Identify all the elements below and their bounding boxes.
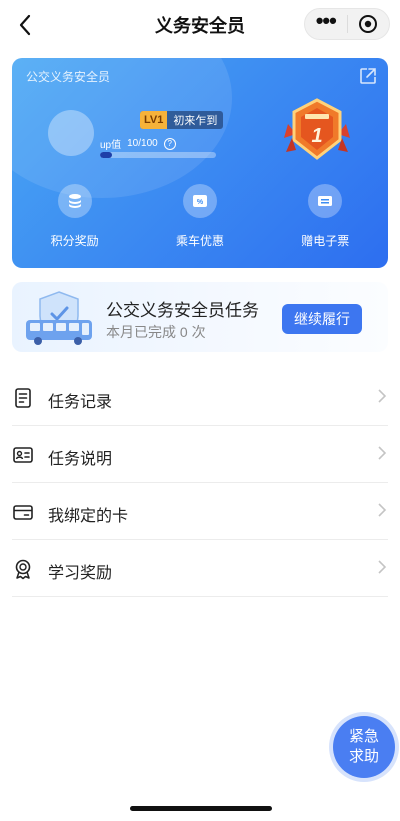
menu-list: 任务记录 任务说明 我绑定的卡 学习奖励 xyxy=(12,369,388,597)
sos-line-2: 求助 xyxy=(348,748,379,765)
coins-icon xyxy=(68,194,81,208)
home-indicator xyxy=(130,806,272,811)
up-progress-bar xyxy=(100,152,216,158)
menu-item-label: 学习奖励 xyxy=(48,565,113,582)
up-progress-fill xyxy=(100,152,112,158)
bus-shield-icon xyxy=(26,291,92,345)
ticket-icon xyxy=(318,196,333,206)
benefit-icon-wrap xyxy=(308,184,343,218)
member-card: 公交义务安全员 LV1 初来乍到 up值 10/100 ? 1 积分奖励 % 乘… xyxy=(12,58,388,268)
benefit-label: 积分奖励 xyxy=(50,234,99,248)
nav-bar: 义务安全员 ••• xyxy=(0,0,400,50)
menu-item-label: 我绑定的卡 xyxy=(48,508,129,525)
menu-item-label: 任务说明 xyxy=(48,451,113,468)
up-value-row: up值 10/100 ? xyxy=(100,136,176,151)
benefit-row: 积分奖励 % 乘车优惠 赠电子票 xyxy=(12,184,388,254)
card-title: 公交义务安全员 xyxy=(26,70,111,84)
benefit-icon-wrap xyxy=(57,184,92,218)
task-subtitle: 本月已完成 0 次 xyxy=(106,324,206,340)
benefit-ride-discount[interactable]: % 乘车优惠 xyxy=(137,184,262,254)
up-label: up值 xyxy=(100,140,122,151)
menu-item-bound-card[interactable]: 我绑定的卡 xyxy=(12,483,388,540)
medal-icon xyxy=(15,559,31,580)
target-icon xyxy=(359,15,378,33)
menu-item-task-instructions[interactable]: 任务说明 xyxy=(12,426,388,483)
task-record-icon xyxy=(15,388,31,408)
more-menu-button[interactable]: ••• xyxy=(305,9,347,39)
help-icon[interactable]: ? xyxy=(163,137,176,150)
chevron-right-icon xyxy=(378,560,387,574)
menu-item-study-reward[interactable]: 学习奖励 xyxy=(12,540,388,597)
svg-text:1: 1 xyxy=(311,125,322,147)
task-title: 公交义务安全员任务 xyxy=(106,301,259,320)
id-card-icon xyxy=(13,447,33,463)
benefit-label: 乘车优惠 xyxy=(175,234,224,248)
benefit-e-ticket[interactable]: 赠电子票 xyxy=(263,184,388,254)
bank-card-icon xyxy=(13,505,33,520)
sos-line-1: 紧急 xyxy=(348,728,379,745)
level-tag: LV1 xyxy=(140,111,168,129)
menu-item-task-record[interactable]: 任务记录 xyxy=(12,369,388,426)
benefit-label: 赠电子票 xyxy=(301,234,350,248)
coupon-icon: % xyxy=(192,195,207,207)
close-program-button[interactable] xyxy=(347,9,389,39)
continue-task-button[interactable]: 继续履行 xyxy=(282,304,362,334)
benefit-points[interactable]: 积分奖励 xyxy=(12,184,137,254)
level-badge: LV1 初来乍到 xyxy=(140,111,224,129)
share-icon[interactable] xyxy=(358,66,378,86)
benefit-icon-wrap: % xyxy=(182,184,217,218)
chevron-right-icon xyxy=(378,389,387,403)
level-name: 初来乍到 xyxy=(173,115,218,127)
avatar[interactable] xyxy=(48,110,94,156)
level-medal-icon: 1 xyxy=(284,98,350,160)
chevron-right-icon xyxy=(378,503,387,517)
chevron-right-icon xyxy=(378,446,387,460)
svg-text:%: % xyxy=(197,199,204,206)
mini-program-capsule: ••• xyxy=(304,8,390,40)
emergency-help-button[interactable]: 紧急 求助 xyxy=(333,716,395,778)
up-value: 10/100 xyxy=(127,138,158,149)
task-card: 公交义务安全员任务 本月已完成 0 次 继续履行 xyxy=(12,282,388,352)
menu-item-label: 任务记录 xyxy=(48,394,113,411)
